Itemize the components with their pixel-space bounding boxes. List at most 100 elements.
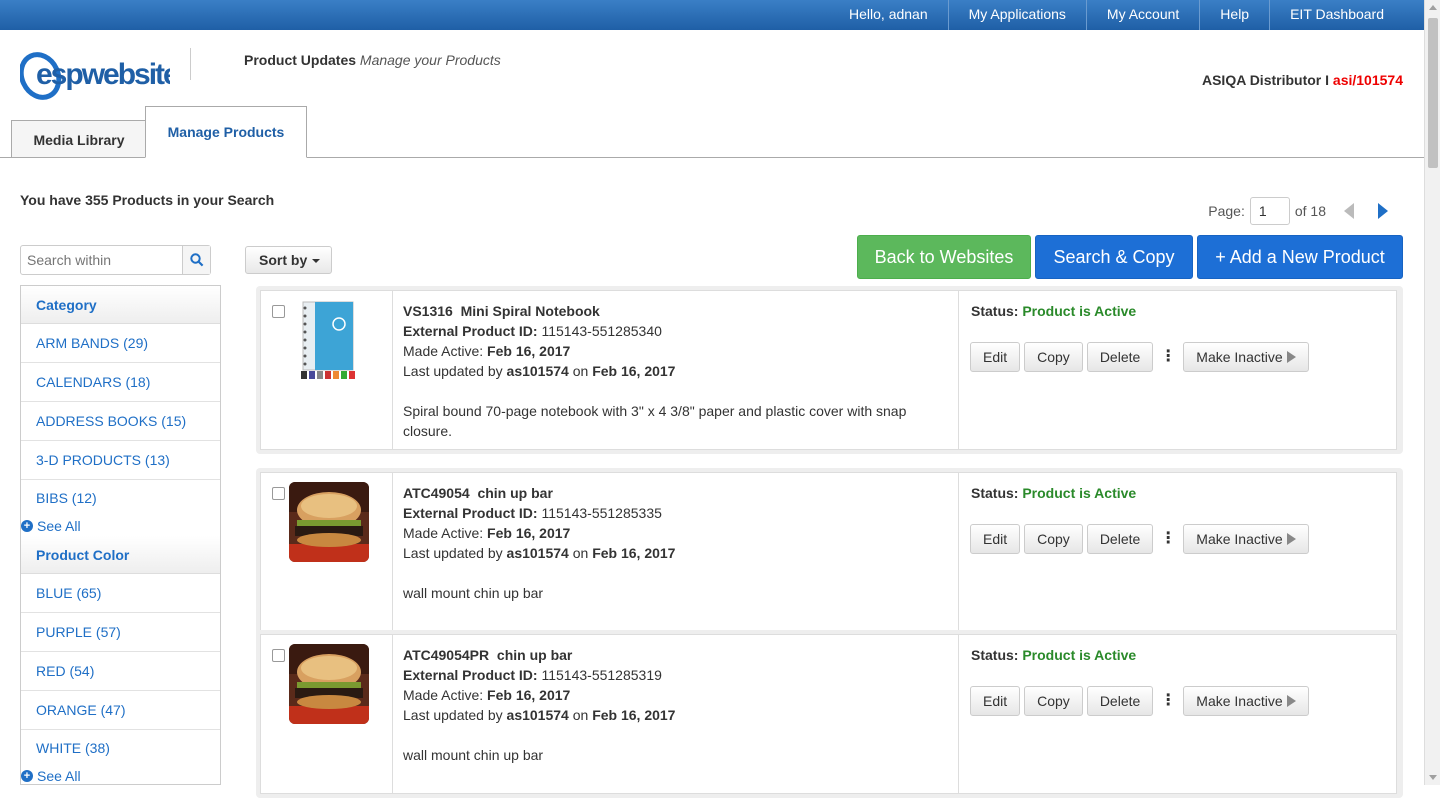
- scroll-up-icon[interactable]: [1429, 5, 1437, 10]
- page-scrollbar[interactable]: [1424, 0, 1440, 785]
- copy-button[interactable]: Copy: [1024, 524, 1083, 554]
- facet-item-3d-products[interactable]: 3-D PRODUCTS (13): [21, 441, 220, 480]
- page-subtitle: Manage your Products: [359, 52, 501, 68]
- product-name[interactable]: VS1316 Mini Spiral Notebook: [403, 301, 943, 321]
- made-active: Made Active: Feb 16, 2017: [403, 525, 571, 541]
- see-all-category-link[interactable]: + See All: [21, 516, 220, 536]
- search-button[interactable]: [182, 246, 210, 274]
- add-new-product-button[interactable]: + Add a New Product: [1197, 235, 1403, 279]
- pagination: Page: 1 of 18: [1208, 196, 1388, 226]
- back-to-websites-button[interactable]: Back to Websites: [857, 235, 1031, 279]
- see-all-color-link[interactable]: + See All: [21, 766, 220, 784]
- nav-help[interactable]: Help: [1199, 0, 1269, 30]
- product-select-checkbox[interactable]: [272, 487, 285, 500]
- product-image-notebook[interactable]: [289, 300, 369, 380]
- prev-page-icon[interactable]: [1344, 203, 1354, 219]
- top-nav: Hello, adnan My Applications My Account …: [829, 0, 1424, 30]
- product-description: wall mount chin up bar: [403, 747, 544, 763]
- product-name[interactable]: ATC49054PR chin up bar: [403, 645, 943, 665]
- product-actions: Edit Copy Delete ⋮ Make Inactive: [970, 686, 1313, 716]
- product-card: VS1316 Mini Spiral Notebook External Pro…: [256, 286, 1403, 454]
- column-divider: [958, 635, 959, 793]
- product-status: Status: Product is Active: [971, 647, 1137, 663]
- product-description: wall mount chin up bar: [403, 585, 544, 601]
- column-divider: [958, 473, 959, 631]
- make-inactive-button[interactable]: Make Inactive: [1183, 524, 1309, 554]
- made-active: Made Active: Feb 16, 2017: [403, 343, 571, 359]
- product-actions: Edit Copy Delete ⋮ Make Inactive: [970, 342, 1313, 372]
- product-info: ATC49054 chin up bar External Product ID…: [403, 483, 943, 603]
- column-divider: [392, 291, 393, 449]
- facet-item-purple[interactable]: PURPLE (57): [21, 613, 220, 652]
- edit-button[interactable]: Edit: [970, 686, 1021, 716]
- delete-button[interactable]: Delete: [1086, 524, 1154, 554]
- external-product-id: External Product ID: 115143-551285319: [403, 667, 662, 683]
- copy-button[interactable]: Copy: [1024, 342, 1083, 372]
- facet-item-white[interactable]: WHITE (38): [21, 730, 220, 766]
- more-options-icon[interactable]: ⋮: [1160, 693, 1176, 709]
- caret-down-icon: [312, 259, 321, 264]
- page-number-input[interactable]: 1: [1249, 197, 1290, 225]
- make-inactive-button[interactable]: Make Inactive: [1183, 686, 1309, 716]
- more-options-icon[interactable]: ⋮: [1160, 349, 1176, 365]
- product-select-checkbox[interactable]: [272, 649, 285, 662]
- product-name[interactable]: ATC49054 chin up bar: [403, 483, 943, 503]
- product-status: Status: Product is Active: [971, 485, 1137, 501]
- more-options-icon[interactable]: ⋮: [1160, 531, 1176, 547]
- distributor-info: ASIQA Distributor I asi/101574: [1202, 72, 1403, 88]
- product-select-checkbox[interactable]: [272, 305, 285, 318]
- scroll-down-icon[interactable]: [1429, 775, 1437, 780]
- facet-item-blue[interactable]: BLUE (65): [21, 574, 220, 613]
- edit-button[interactable]: Edit: [970, 342, 1021, 372]
- facet-header-category: Category: [21, 286, 220, 324]
- asi-number: asi/101574: [1332, 72, 1403, 88]
- facet-item-bibs[interactable]: BIBS (12): [21, 480, 220, 516]
- product-image-burger[interactable]: [289, 644, 369, 724]
- last-updated: Last updated by as101574 on Feb 16, 2017: [403, 545, 676, 561]
- result-count: You have 355 Products in your Search: [20, 192, 275, 208]
- product-image-burger[interactable]: [289, 482, 369, 562]
- last-updated: Last updated by as101574 on Feb 16, 2017: [403, 363, 676, 379]
- scrollbar-thumb[interactable]: [1428, 18, 1438, 168]
- search-and-copy-button[interactable]: Search & Copy: [1035, 235, 1193, 279]
- delete-button[interactable]: Delete: [1086, 686, 1154, 716]
- edit-button[interactable]: Edit: [970, 524, 1021, 554]
- tab-media-library[interactable]: Media Library: [11, 120, 147, 158]
- page-label: Page:: [1208, 203, 1245, 219]
- sort-by-dropdown[interactable]: Sort by: [245, 246, 332, 274]
- make-inactive-button[interactable]: Make Inactive: [1183, 342, 1309, 372]
- page-total: of 18: [1294, 203, 1326, 219]
- facet-item-address-books[interactable]: ADDRESS BOOKS (15): [21, 402, 220, 441]
- tab-manage-products[interactable]: Manage Products: [145, 106, 307, 158]
- logo-text: espwebsites: [36, 58, 170, 91]
- page-title: Product Updates: [244, 52, 357, 68]
- facet-item-arm-bands[interactable]: ARM BANDS (29): [21, 324, 220, 363]
- copy-button[interactable]: Copy: [1024, 686, 1083, 716]
- product-actions: Edit Copy Delete ⋮ Make Inactive: [970, 524, 1313, 554]
- espwebsites-logo[interactable]: espwebsites: [18, 46, 196, 102]
- nav-my-applications[interactable]: My Applications: [947, 0, 1086, 30]
- facet-item-orange[interactable]: ORANGE (47): [21, 691, 220, 730]
- facet-header-product-color: Product Color: [21, 536, 220, 574]
- product-card: ATC49054PR chin up bar External Product …: [256, 630, 1403, 798]
- top-navigation-bar: Hello, adnan My Applications My Account …: [0, 0, 1424, 30]
- product-description: Spiral bound 70-page notebook with 3" x …: [403, 403, 907, 439]
- facet-item-calendars[interactable]: CALENDARS (18): [21, 363, 220, 402]
- facet-item-red[interactable]: RED (54): [21, 652, 220, 691]
- search-input[interactable]: [21, 246, 182, 274]
- product-card: ATC49054 chin up bar External Product ID…: [256, 468, 1403, 636]
- external-product-id: External Product ID: 115143-551285340: [403, 323, 662, 339]
- plus-circle-icon: +: [21, 520, 33, 532]
- play-arrow-icon: [1286, 351, 1296, 363]
- facet-panel: Category ARM BANDS (29) CALENDARS (18) A…: [20, 285, 221, 785]
- external-product-id: External Product ID: 115143-551285335: [403, 505, 662, 521]
- last-updated: Last updated by as101574 on Feb 16, 2017: [403, 707, 676, 723]
- product-info: ATC49054PR chin up bar External Product …: [403, 645, 943, 765]
- made-active: Made Active: Feb 16, 2017: [403, 687, 571, 703]
- nav-my-account[interactable]: My Account: [1085, 0, 1199, 30]
- next-page-icon[interactable]: [1378, 203, 1388, 219]
- distributor-name: ASIQA Distributor I: [1201, 72, 1333, 88]
- product-info: VS1316 Mini Spiral Notebook External Pro…: [403, 301, 943, 441]
- nav-eit-dashboard[interactable]: EIT Dashboard: [1269, 0, 1424, 30]
- delete-button[interactable]: Delete: [1086, 342, 1154, 372]
